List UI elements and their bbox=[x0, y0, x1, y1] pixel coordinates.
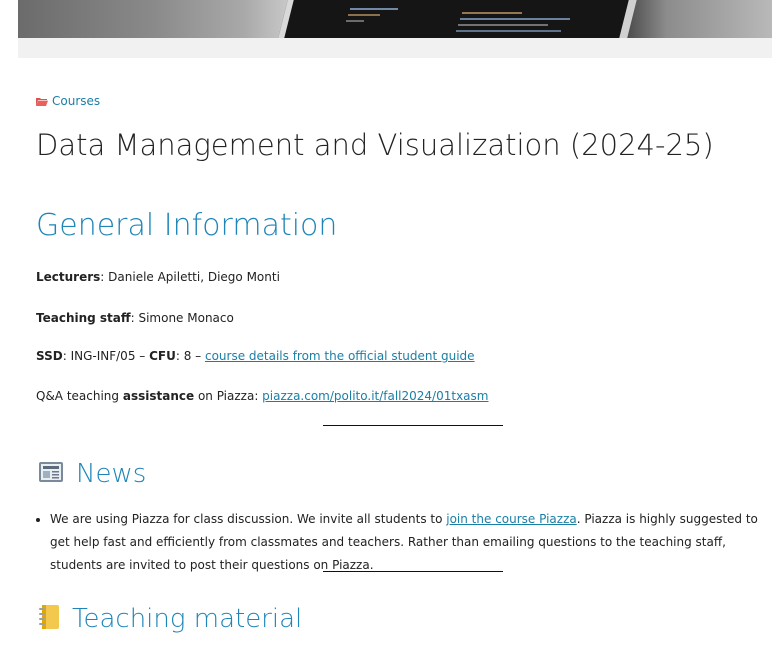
breadcrumb-courses-link[interactable]: Courses bbox=[52, 94, 100, 108]
code-line-graphic bbox=[348, 14, 380, 16]
news-list: We are using Piazza for class discussion… bbox=[36, 508, 770, 577]
join-piazza-link[interactable]: join the course Piazza bbox=[446, 512, 576, 526]
news-item: We are using Piazza for class discussion… bbox=[50, 508, 770, 577]
code-line-graphic bbox=[350, 8, 398, 10]
teaching-material-heading-row: Teaching material bbox=[38, 604, 302, 634]
lecturers-value: : Daniele Apiletti, Diego Monti bbox=[100, 270, 280, 284]
ssd-cfu-line: SSD: ING-INF/05 – CFU: 8 – course detail… bbox=[36, 349, 475, 363]
section-divider bbox=[323, 425, 503, 426]
header-band bbox=[18, 38, 772, 58]
news-heading: News bbox=[76, 459, 147, 489]
teaching-staff-label: Teaching staff bbox=[36, 311, 131, 325]
code-line-graphic bbox=[346, 20, 364, 22]
code-line-graphic bbox=[458, 24, 548, 26]
code-line-graphic bbox=[462, 12, 522, 14]
newspaper-icon bbox=[38, 461, 64, 487]
lecturers-label: Lecturers bbox=[36, 270, 101, 284]
ssd-value: : ING-INF/05 – bbox=[62, 349, 150, 363]
laptop-screen-graphic bbox=[278, 0, 637, 38]
header-banner-image bbox=[18, 0, 772, 38]
folder-icon bbox=[36, 97, 48, 106]
piazza-course-link[interactable]: piazza.com/polito.it/fall2024/01txasm bbox=[262, 389, 488, 403]
breadcrumb[interactable]: Courses bbox=[36, 94, 100, 108]
news-heading-row: News bbox=[38, 459, 146, 489]
cfu-label: CFU bbox=[149, 349, 176, 363]
news-item-text-start: We are using Piazza for class discussion… bbox=[50, 512, 447, 526]
general-information-heading: General Information bbox=[36, 208, 338, 243]
section-divider bbox=[323, 571, 503, 572]
qa-prefix: Q&A teaching bbox=[36, 389, 123, 403]
qa-middle: on Piazza: bbox=[194, 389, 263, 403]
teaching-material-heading: Teaching material bbox=[72, 604, 303, 634]
page-title: Data Management and Visualization (2024-… bbox=[36, 128, 714, 162]
qa-bold: assistance bbox=[122, 389, 195, 403]
qa-assistance-line: Q&A teaching assistance on Piazza: piazz… bbox=[36, 389, 488, 403]
code-line-graphic bbox=[456, 30, 561, 32]
student-guide-link[interactable]: course details from the official student… bbox=[205, 349, 475, 363]
teaching-staff-value: : Simone Monaco bbox=[130, 311, 234, 325]
cfu-value: : 8 – bbox=[175, 349, 205, 363]
teaching-staff-line: Teaching staff: Simone Monaco bbox=[36, 311, 234, 325]
lecturers-line: Lecturers: Daniele Apiletti, Diego Monti bbox=[36, 270, 280, 284]
ssd-label: SSD bbox=[36, 349, 63, 363]
notebook-icon bbox=[38, 604, 60, 634]
code-line-graphic bbox=[460, 18, 570, 20]
